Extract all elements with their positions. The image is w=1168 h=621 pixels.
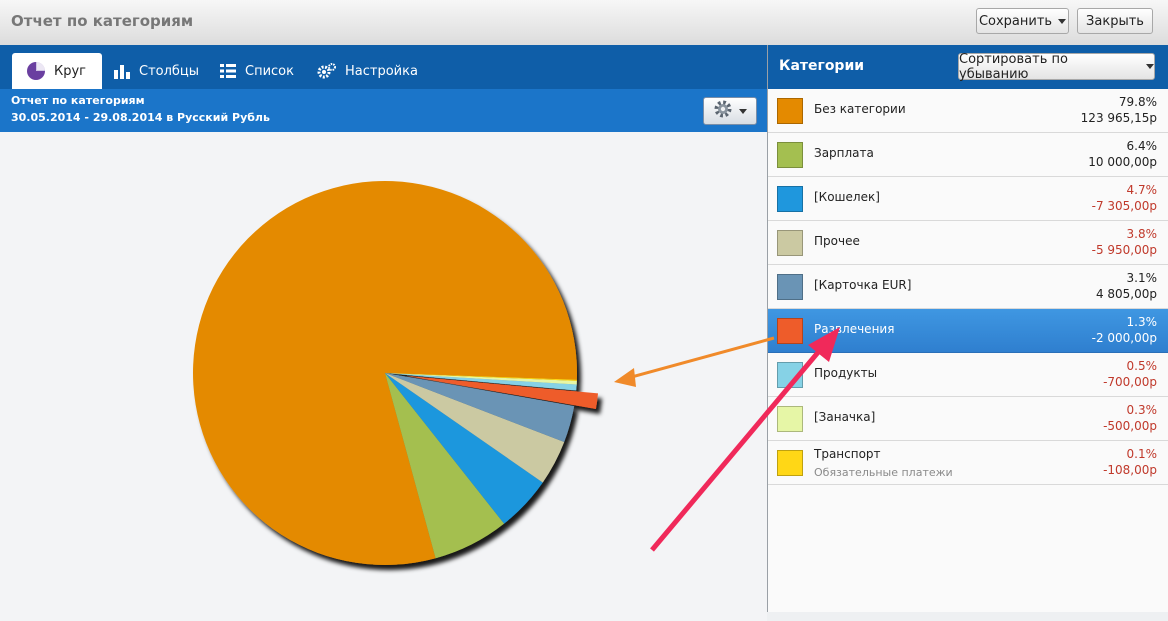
category-percent: 1.3%: [1126, 315, 1158, 329]
category-row[interactable]: Без категории 79.8% 123 965,15р: [768, 89, 1168, 133]
report-header: Отчет по категориям 30.05.2014 - 29.08.2…: [0, 89, 767, 132]
sort-dropdown-label: Сортировать по убыванию: [959, 51, 1068, 82]
categories-list: Без категории 79.8% 123 965,15р Зарплата 6.4…: [768, 89, 1168, 612]
close-button[interactable]: Закрыть: [1077, 8, 1153, 34]
category-name: [Карточка EUR]: [814, 278, 912, 292]
category-percent: 6.4%: [1126, 139, 1158, 153]
category-amount: -108,00р: [1103, 463, 1157, 477]
category-percent: 0.1%: [1126, 447, 1158, 461]
category-color-swatch: [777, 186, 803, 212]
gear-icon: [713, 99, 733, 123]
category-name: Без категории: [814, 102, 906, 116]
close-button-label: Закрыть: [1086, 13, 1144, 29]
category-amount: -500,00р: [1103, 419, 1157, 433]
category-amount: 123 965,15р: [1080, 111, 1157, 125]
view-tabs: Круг Столбцы Список Настройка: [0, 45, 767, 89]
tab-list-label: Список: [245, 63, 294, 79]
tab-bars-label: Столбцы: [139, 63, 200, 79]
category-color-swatch: [777, 274, 803, 300]
categories-header: Категории Сортировать по убыванию: [768, 45, 1168, 89]
category-color-swatch: [777, 362, 803, 388]
category-amount: 10 000,00р: [1088, 155, 1157, 169]
category-name: [Кошелек]: [814, 190, 880, 204]
category-row[interactable]: Транспорт Обязательные платежи 0.1% -108,00…: [768, 441, 1168, 485]
chart-options-button[interactable]: [703, 97, 757, 125]
tab-settings[interactable]: Настройка: [317, 53, 418, 89]
category-group: Обязательные платежи: [814, 466, 953, 479]
category-name: Развлечения: [814, 322, 895, 336]
category-row[interactable]: [Карточка EUR] 3.1% 4 805,00р: [768, 265, 1168, 309]
tab-settings-label: Настройка: [345, 63, 418, 79]
category-row[interactable]: Продукты 0.5% -700,00р: [768, 353, 1168, 397]
save-button[interactable]: Сохранить: [976, 8, 1069, 34]
category-row[interactable]: [Заначка] 0.3% -500,00р: [768, 397, 1168, 441]
category-color-swatch: [777, 406, 803, 432]
category-color-swatch: [777, 450, 803, 476]
chevron-down-icon: [1146, 64, 1154, 69]
category-color-swatch: [777, 318, 803, 344]
category-amount: 4 805,00р: [1095, 287, 1157, 301]
category-percent: 3.8%: [1126, 227, 1158, 241]
category-amount: -700,00р: [1103, 375, 1157, 389]
chevron-down-icon: [739, 108, 747, 114]
category-color-swatch: [777, 142, 803, 168]
bars-icon: [113, 62, 131, 80]
chevron-down-icon: [1058, 18, 1067, 24]
list-icon: [219, 62, 237, 80]
tab-pie[interactable]: Круг: [12, 53, 103, 89]
pie-chart: [193, 181, 599, 565]
category-amount: -7 305,00р: [1091, 199, 1157, 213]
category-name: Транспорт: [814, 447, 881, 461]
category-amount: -5 950,00р: [1091, 243, 1157, 257]
category-name: [Заначка]: [814, 410, 876, 424]
category-row[interactable]: Развлечения 1.3% -2 000,00р: [768, 309, 1168, 353]
category-color-swatch: [777, 230, 803, 256]
settings-icon: [317, 62, 337, 80]
tab-pie-label: Круг: [54, 63, 87, 79]
category-percent: 0.3%: [1126, 403, 1158, 417]
report-window: Отчет по категориям Сохранить Закрыть Кр…: [0, 0, 1168, 621]
chart-area: [0, 132, 767, 621]
category-percent: 0.5%: [1126, 359, 1158, 373]
category-percent: 4.7%: [1126, 183, 1158, 197]
category-name: Продукты: [814, 366, 878, 380]
category-row[interactable]: Прочее 3.8% -5 950,00р: [768, 221, 1168, 265]
category-color-swatch: [777, 98, 803, 124]
save-button-label: Сохранить: [978, 13, 1053, 29]
category-percent: 79.8%: [1118, 95, 1157, 109]
tab-bars[interactable]: Столбцы: [113, 53, 199, 89]
sort-dropdown[interactable]: Сортировать по убыванию: [958, 51, 1155, 82]
categories-title: Категории: [779, 58, 865, 74]
pie-icon: [26, 61, 46, 81]
category-amount: -2 000,00р: [1091, 331, 1157, 345]
tab-list[interactable]: Список: [219, 53, 294, 89]
report-title: Отчет по категориям: [11, 94, 145, 107]
category-percent: 3.1%: [1126, 271, 1158, 285]
title-bar: Отчет по категориям Сохранить Закрыть: [0, 0, 1168, 46]
category-name: Прочее: [814, 234, 860, 248]
category-row[interactable]: [Кошелек] 4.7% -7 305,00р: [768, 177, 1168, 221]
window-title: Отчет по категориям: [11, 12, 194, 30]
report-period: 30.05.2014 - 29.08.2014 в Русский Рубль: [11, 111, 270, 124]
category-name: Зарплата: [814, 146, 874, 160]
category-row[interactable]: Зарплата 6.4% 10 000,00р: [768, 133, 1168, 177]
